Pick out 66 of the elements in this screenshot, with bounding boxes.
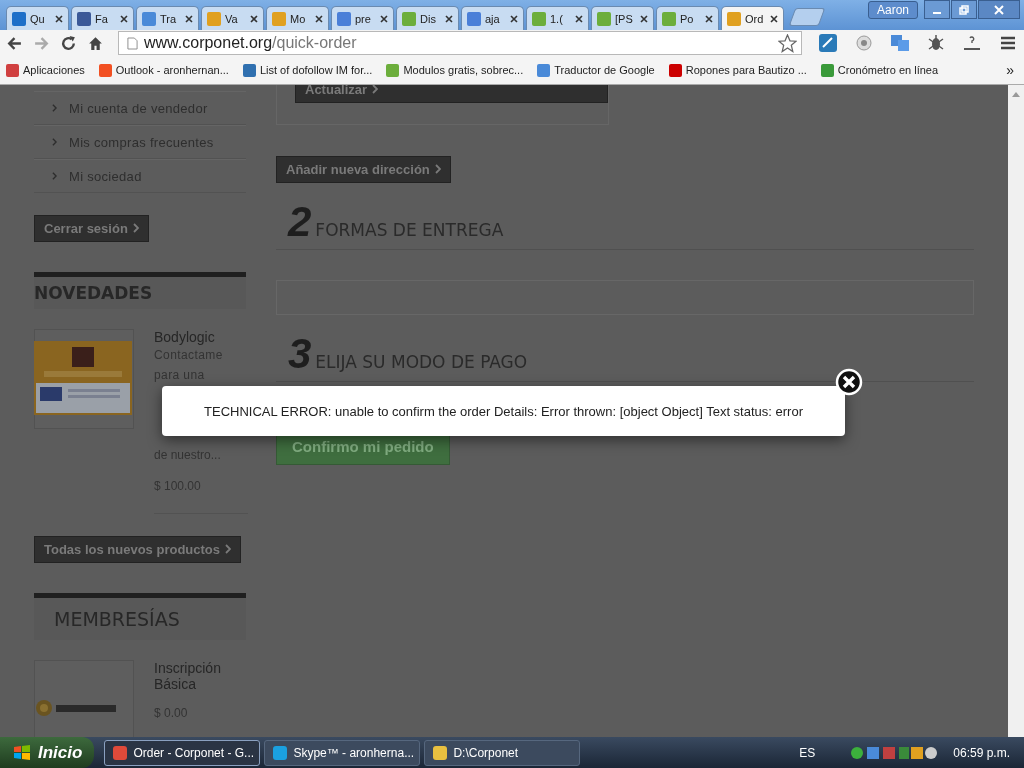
- chevron-icon: [52, 104, 57, 112]
- browser-tab[interactable]: [PS: [591, 6, 654, 30]
- browser-tab[interactable]: Qu: [6, 6, 69, 30]
- language-indicator[interactable]: ES: [799, 745, 816, 760]
- reload-icon[interactable]: [60, 34, 77, 52]
- taskbar-button[interactable]: D:\Corponet: [424, 739, 581, 766]
- close-icon[interactable]: [380, 14, 388, 23]
- close-icon[interactable]: [250, 14, 258, 23]
- more-bookmarks-button[interactable]: »: [1006, 62, 1014, 78]
- bookmark[interactable]: Ropones para Bautizo ...: [668, 63, 807, 77]
- extension-icon[interactable]: [818, 33, 838, 53]
- browser-tab[interactable]: Ord: [721, 6, 784, 30]
- close-icon[interactable]: [185, 14, 193, 23]
- scrollbar[interactable]: [1008, 85, 1024, 737]
- help-icon[interactable]: [962, 33, 982, 53]
- close-icon[interactable]: [575, 14, 583, 23]
- browser-tab[interactable]: Tra: [136, 6, 199, 30]
- step-number: 2: [288, 199, 312, 245]
- close-button[interactable]: [978, 0, 1020, 19]
- bookmark[interactable]: Traductor de Google: [537, 63, 655, 77]
- clock[interactable]: 06:59 p.m.: [953, 745, 1010, 760]
- chevron-icon: [434, 164, 441, 174]
- home-icon[interactable]: [87, 34, 104, 52]
- page-icon: [127, 36, 138, 50]
- minimize-icon: [933, 11, 941, 14]
- windows-logo-icon: [12, 742, 32, 763]
- taskbar-button[interactable]: Skype™ - aronherna...: [264, 739, 421, 766]
- close-icon[interactable]: [705, 14, 713, 23]
- bookmark[interactable]: Cronómetro en línea: [820, 63, 939, 77]
- address-bar[interactable]: www.corponet.org/quick-order: [118, 31, 802, 55]
- close-icon[interactable]: [770, 14, 778, 23]
- close-icon: [994, 4, 1004, 15]
- browser-tab[interactable]: Fa: [71, 6, 134, 30]
- star-icon[interactable]: [778, 33, 797, 53]
- bookmark[interactable]: Modulos gratis, sobrec...: [386, 63, 524, 77]
- browser-tab[interactable]: Va: [201, 6, 264, 30]
- translate-icon[interactable]: [890, 33, 910, 53]
- chevron-icon: [225, 544, 231, 554]
- chevron-icon: [132, 223, 139, 233]
- browser-tab[interactable]: aja: [461, 6, 524, 30]
- bookmark[interactable]: List of dofollow IM for...: [242, 63, 373, 77]
- chevron-icon: [372, 85, 379, 94]
- chevron-icon: [52, 172, 57, 180]
- minimize-button[interactable]: [924, 0, 950, 19]
- restore-button[interactable]: [951, 0, 977, 19]
- browser-tab[interactable]: Po: [656, 6, 719, 30]
- bookmark[interactable]: Outlook - aronhernan...: [98, 63, 229, 77]
- close-icon[interactable]: [510, 14, 518, 23]
- browser-tab[interactable]: Dis: [396, 6, 459, 30]
- close-icon[interactable]: [315, 14, 323, 23]
- browser-tab[interactable]: pre: [331, 6, 394, 30]
- step-number: 3: [288, 331, 312, 377]
- close-icon[interactable]: [55, 14, 63, 23]
- close-icon[interactable]: [640, 14, 648, 23]
- close-icon[interactable]: [120, 14, 128, 23]
- browser-tab[interactable]: Mo: [266, 6, 329, 30]
- browser-tab[interactable]: 1.(: [526, 6, 589, 30]
- bug-icon[interactable]: [926, 33, 946, 53]
- close-icon[interactable]: [445, 14, 453, 23]
- start-button[interactable]: Inicio: [0, 737, 95, 768]
- restore-icon: [959, 4, 969, 15]
- chevron-icon: [52, 138, 57, 146]
- record-icon[interactable]: [854, 33, 874, 53]
- error-message: TECHNICAL ERROR: unable to confirm the order Details: Error thrown: [object Object] Text status: error: [204, 403, 803, 419]
- taskbar-button[interactable]: Order - Corponet - G...: [104, 739, 261, 766]
- bookmark[interactable]: Aplicaciones: [6, 63, 85, 77]
